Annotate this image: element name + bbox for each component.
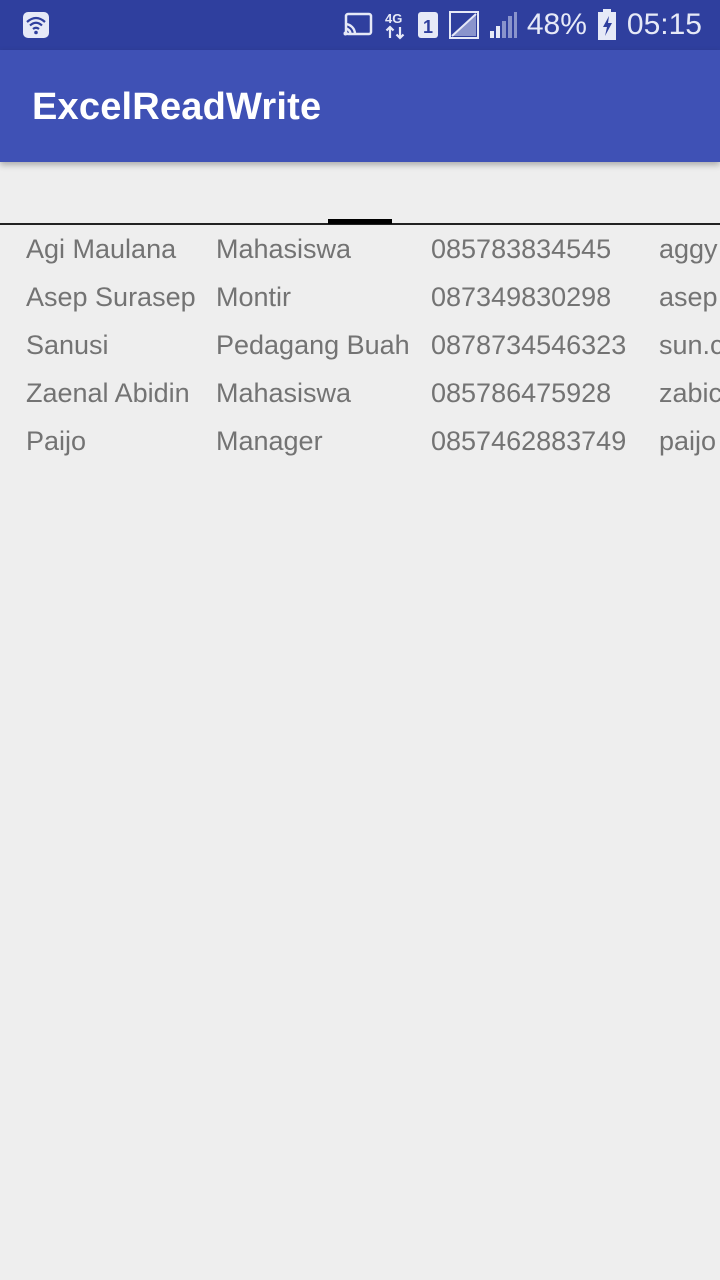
cell-name: Sanusi: [26, 330, 109, 360]
battery-percent: 48%: [526, 8, 587, 41]
cell-occupation: Mahasiswa: [216, 378, 352, 408]
cell-email: asep: [659, 282, 718, 312]
signal-bars-icon: [489, 12, 517, 38]
sim-icon: 1: [417, 12, 438, 38]
cast-icon: [343, 12, 373, 36]
cell-phone: 085783834545: [431, 234, 612, 264]
table-row[interactable]: Sanusi Pedagang Buah 0878734546323 sun.c: [0, 324, 720, 372]
status-indicators: 4G 1 48% 05:15: [343, 0, 702, 50]
app-title: ExcelReadWrite: [32, 86, 322, 128]
cell-email: zabic: [659, 378, 720, 408]
app-bar: ExcelReadWrite: [0, 50, 720, 162]
signal-icon: [448, 11, 479, 39]
cell-email: sun.c: [659, 330, 720, 360]
cell-phone: 085786475928: [431, 378, 612, 408]
cell-email: paijo: [659, 426, 717, 456]
cell-occupation: Pedagang Buah: [216, 330, 410, 360]
cell-phone: 087349830298: [431, 282, 612, 312]
data-table[interactable]: Agi Maulana Mahasiswa 085783834545 aggy …: [0, 228, 720, 468]
clock: 05:15: [626, 8, 702, 41]
cell-occupation: Mahasiswa: [216, 234, 352, 264]
cell-email: aggy: [659, 234, 718, 264]
network-4g-icon: 4G: [385, 11, 405, 40]
network-label: 4G: [385, 11, 402, 26]
sim-label: 1: [423, 17, 433, 37]
cell-name: Paijo: [26, 426, 87, 456]
cell-name: Zaenal Abidin: [26, 378, 190, 408]
cell-phone: 0857462883749: [431, 426, 627, 456]
cell-occupation: Manager: [216, 426, 323, 456]
cell-name: Agi Maulana: [26, 234, 177, 264]
wifi-icon: [23, 12, 49, 38]
table-row[interactable]: Paijo Manager 0857462883749 paijo: [0, 420, 720, 468]
cell-phone: 0878734546323: [431, 330, 627, 360]
cell-name: Asep Surasep: [26, 282, 196, 312]
table-row[interactable]: Agi Maulana Mahasiswa 085783834545 aggy: [0, 228, 720, 276]
table-row[interactable]: Zaenal Abidin Mahasiswa 085786475928 zab…: [0, 372, 720, 420]
table-row[interactable]: Asep Surasep Montir 087349830298 asep: [0, 276, 720, 324]
battery-icon: [597, 9, 616, 40]
horizontal-scroll-thumb[interactable]: [328, 219, 392, 224]
status-bar: 4G 1 48% 05:15: [0, 0, 720, 50]
cell-occupation: Montir: [216, 282, 292, 312]
